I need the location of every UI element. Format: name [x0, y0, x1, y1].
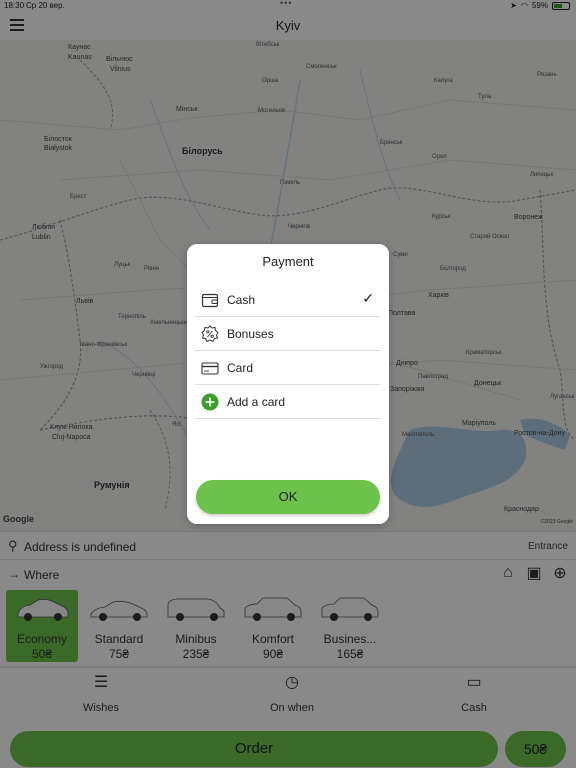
credit-card-icon	[201, 362, 219, 375]
wallet-icon	[201, 293, 219, 308]
checkmark-icon: ✓	[362, 290, 374, 306]
payment-option-label: Add a card	[227, 395, 286, 409]
payment-option-label: Cash	[227, 293, 256, 307]
ok-button[interactable]: OK	[196, 480, 380, 514]
payment-dialog: Payment Cash ✓ Bonuses Card Add a card O…	[187, 244, 389, 524]
payment-option-add-card[interactable]: Add a card	[195, 386, 380, 419]
payment-option-label: Bonuses	[227, 327, 274, 341]
payment-option-bonuses[interactable]: Bonuses	[195, 318, 380, 351]
add-circle-icon	[201, 393, 219, 411]
dialog-title: Payment	[262, 254, 314, 269]
payment-option-label: Card	[227, 361, 254, 375]
payment-option-card[interactable]: Card	[195, 352, 380, 385]
payment-option-cash[interactable]: Cash ✓	[195, 284, 380, 317]
bonus-percent-icon	[201, 325, 219, 343]
